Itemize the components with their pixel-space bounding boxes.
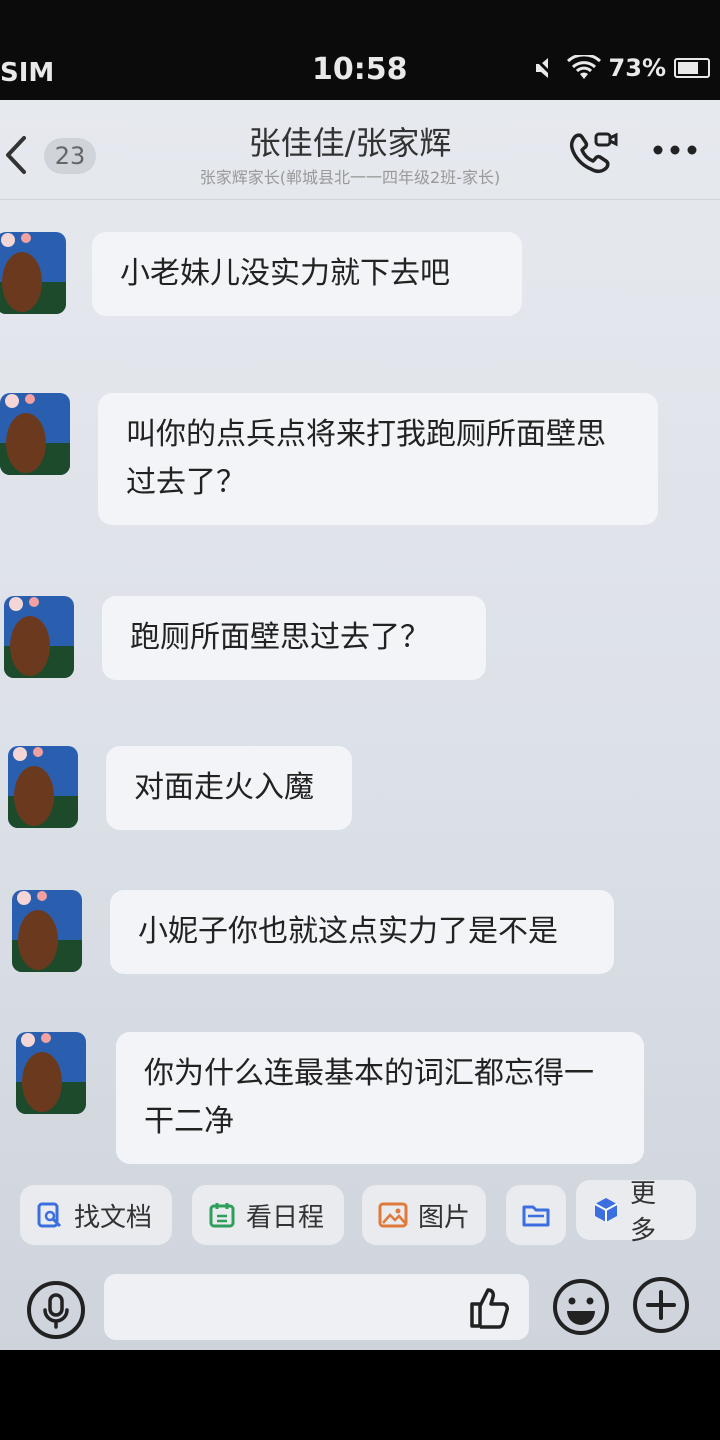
message-item: 小老妹儿没实力就下去吧 — [0, 232, 522, 316]
more-icon[interactable] — [650, 140, 700, 160]
message-item: 小妮子你也就这点实力了是不是 — [12, 890, 614, 974]
battery-percent: 73% — [608, 54, 666, 82]
avatar[interactable] — [8, 746, 78, 828]
add-icon[interactable] — [632, 1276, 690, 1334]
quick-action-folder[interactable] — [506, 1185, 566, 1245]
emoji-icon[interactable] — [552, 1278, 610, 1336]
quick-action-image[interactable]: 图片 — [362, 1185, 486, 1245]
wifi-icon — [566, 55, 601, 81]
quick-action-label: 更多 — [630, 1179, 657, 1246]
unread-count-badge[interactable]: 23 — [44, 138, 96, 174]
status-bar: SIM 10:58 73% — [0, 0, 720, 100]
message-item: 你为什么连最基本的词汇都忘得一干二净 — [16, 1032, 644, 1164]
message-item: 对面走火入魔 — [8, 746, 352, 830]
cube-icon — [592, 1196, 620, 1224]
input-bar — [0, 1260, 720, 1350]
voice-icon[interactable] — [26, 1280, 86, 1340]
message-bubble[interactable]: 对面走火入魔 — [106, 746, 352, 830]
quick-action-label: 看日程 — [246, 1202, 325, 1233]
message-bubble[interactable]: 小妮子你也就这点实力了是不是 — [110, 890, 614, 974]
message-bubble[interactable]: 你为什么连最基本的词汇都忘得一干二净 — [116, 1032, 644, 1164]
quick-action-label: 找文档 — [74, 1202, 153, 1233]
call-icon[interactable] — [566, 128, 620, 182]
quick-action-find-doc[interactable]: 找文档 — [20, 1185, 172, 1245]
avatar[interactable] — [12, 890, 82, 972]
quick-action-schedule[interactable]: 看日程 — [192, 1185, 344, 1245]
avatar[interactable] — [0, 232, 66, 314]
status-icons: 73% — [533, 54, 710, 82]
avatar[interactable] — [16, 1032, 86, 1114]
folder-icon — [522, 1202, 550, 1228]
message-item: 跑厕所面壁思过去了？ — [4, 596, 486, 680]
carrier-label: SIM — [0, 58, 55, 88]
avatar[interactable] — [0, 393, 70, 475]
calendar-icon — [208, 1201, 236, 1229]
chat-subtitle: 张家辉家长(郸城县北一一四年级2班-家长) — [199, 168, 501, 187]
message-bubble[interactable]: 跑厕所面壁思过去了？ — [102, 596, 486, 680]
message-bubble[interactable]: 小老妹儿没实力就下去吧 — [92, 232, 522, 316]
chat-header: 23 张佳佳/张家辉 张家辉家长(郸城县北一一四年级2班-家长) — [0, 100, 720, 200]
chat-title: 张佳佳/张家辉 — [248, 124, 452, 162]
avatar[interactable] — [4, 596, 74, 678]
clock: 10:58 — [312, 52, 408, 87]
back-icon[interactable] — [0, 130, 34, 180]
image-icon — [378, 1202, 408, 1228]
battery-icon — [674, 58, 710, 78]
message-bubble[interactable]: 叫你的点兵点将来打我跑厕所面壁思过去了？ — [98, 393, 658, 525]
message-item: 叫你的点兵点将来打我跑厕所面壁思过去了？ — [0, 393, 658, 525]
mute-icon — [533, 56, 559, 80]
quick-action-more[interactable]: 更多 — [576, 1179, 696, 1246]
thumbs-up-icon[interactable] — [466, 1284, 512, 1330]
doc-search-icon — [36, 1201, 64, 1229]
chat-screen: 23 张佳佳/张家辉 张家辉家长(郸城县北一一四年级2班-家长) 小老妹儿没实力… — [0, 100, 720, 1350]
quick-action-label: 图片 — [418, 1202, 471, 1233]
